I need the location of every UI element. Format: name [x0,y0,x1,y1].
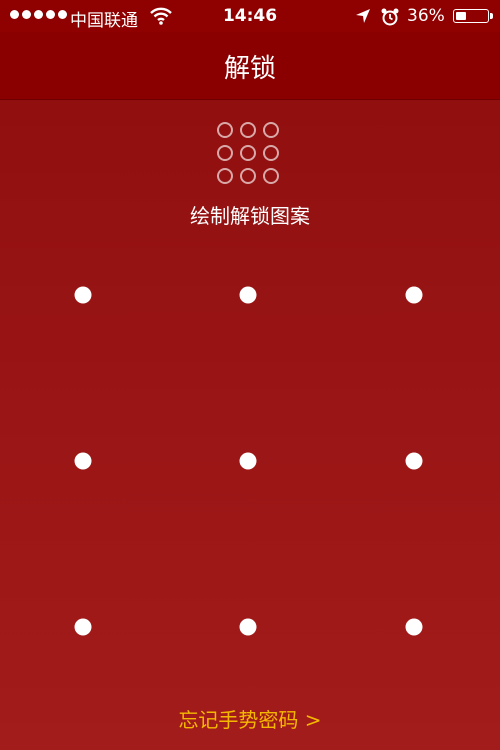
pattern-dot-9[interactable] [405,618,423,636]
pattern-dot-6[interactable] [405,452,423,470]
pattern-dot-5[interactable] [239,452,257,470]
pattern-dot-4[interactable] [74,452,92,470]
pattern-dot-7[interactable] [74,618,92,636]
forgot-pattern-link[interactable]: 忘记手势密码 > [0,704,500,733]
pattern-dot-1[interactable] [74,286,92,304]
pattern-dot-2[interactable] [239,286,257,304]
pattern-dot-3[interactable] [405,286,423,304]
pattern-dot-8[interactable] [239,618,257,636]
pattern-grid[interactable] [0,0,500,750]
